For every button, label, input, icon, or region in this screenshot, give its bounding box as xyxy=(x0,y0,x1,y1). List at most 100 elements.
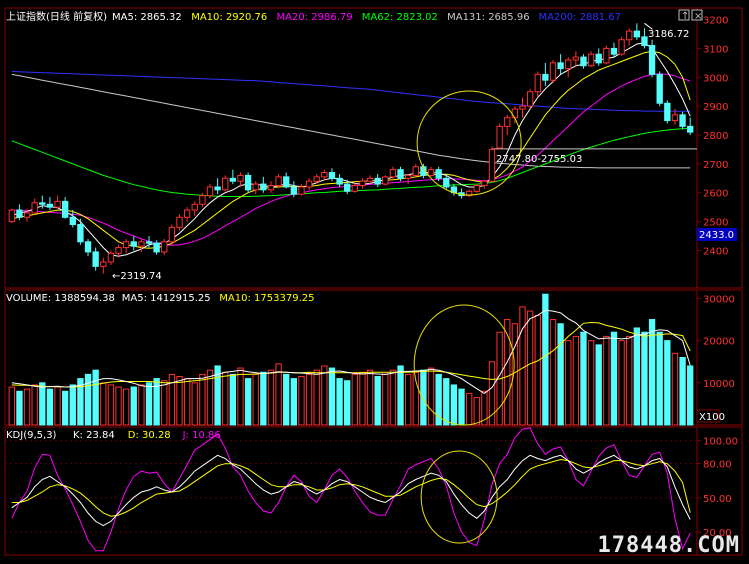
volume-bar xyxy=(107,384,115,426)
volume-bar xyxy=(23,388,31,426)
volume-bar xyxy=(603,335,610,426)
y-tick-label: 80.00 xyxy=(703,460,732,471)
volume-legend: VOLUME: 1388594.38 MA5: 1412915.25 MA10: 1… xyxy=(6,293,314,304)
candle-body xyxy=(229,177,237,182)
volume-bar xyxy=(275,363,282,426)
candle-body xyxy=(641,36,648,47)
candle-body xyxy=(130,241,137,247)
candle-body xyxy=(526,91,534,107)
volume-bar xyxy=(313,369,320,426)
kdj-legend: KDJ(9,5,3) K: 23.84 D: 30.28 J: 10.86 xyxy=(6,430,221,441)
candle-body xyxy=(161,241,168,253)
candle-body xyxy=(504,117,511,127)
volume-bar xyxy=(46,388,54,426)
legend-item: MA20: 2986.79 xyxy=(277,12,353,23)
candle-body xyxy=(100,261,107,267)
candle-body xyxy=(389,169,397,178)
candle-body xyxy=(305,180,313,188)
candle-body xyxy=(107,252,115,263)
volume-bar xyxy=(473,397,480,426)
ma200-line xyxy=(11,71,691,112)
ma5-line xyxy=(11,42,691,257)
candle-body xyxy=(656,73,663,104)
candle-body xyxy=(283,176,290,188)
volume-bar xyxy=(519,306,526,426)
candle-body xyxy=(244,174,252,191)
price-legend: MA5: 2865.32 MA10: 2920.76 MA20: 2986.79 MA… xyxy=(112,12,621,23)
volume-bar xyxy=(587,340,595,426)
candle-body xyxy=(610,47,618,55)
candle-body xyxy=(351,185,358,192)
candle-body xyxy=(534,73,541,93)
candle-body xyxy=(366,177,374,182)
y-tick-label: 10000 xyxy=(703,379,735,390)
volume-bar xyxy=(366,369,374,426)
candle-body xyxy=(46,203,54,208)
candle-body xyxy=(115,247,122,254)
candle-body xyxy=(145,241,153,244)
legend-item: MA5: 2865.32 xyxy=(112,12,182,23)
candle-body xyxy=(427,169,435,176)
candle-body xyxy=(443,177,450,188)
gap-annotation: 2747.80-2755.03 xyxy=(496,154,582,165)
volume-bar xyxy=(427,367,435,426)
volume-bar xyxy=(298,375,305,426)
legend-item: MA10: 1753379.25 xyxy=(219,293,314,304)
volume-bar xyxy=(222,371,229,426)
volume-bar xyxy=(122,388,130,426)
legend-item: MA10: 2920.76 xyxy=(191,12,267,23)
candle-body xyxy=(496,125,503,149)
volume-bar xyxy=(404,373,412,426)
volume-bar xyxy=(580,331,587,426)
ma10-line xyxy=(11,50,691,249)
candle-body xyxy=(214,186,221,191)
volume-bar xyxy=(664,340,671,426)
candle-body xyxy=(587,53,595,67)
y-tick-label: 2900 xyxy=(703,102,728,113)
candle-body xyxy=(168,226,176,243)
candle-body xyxy=(122,241,130,249)
volume-bar xyxy=(458,388,465,426)
volume-bar xyxy=(191,382,198,426)
volume-bar xyxy=(534,314,541,426)
candle-body xyxy=(671,114,679,122)
volume-unit-label: X100 xyxy=(699,412,725,423)
candle-body xyxy=(260,183,267,191)
legend-item: VOLUME: 1388594.38 xyxy=(6,293,115,304)
candle-body xyxy=(77,223,84,243)
chart-window: 3200 3100 3000 2900 2800 2700 2600 2500 2400 3000… xyxy=(0,0,749,564)
candle-body xyxy=(511,108,519,119)
volume-bar xyxy=(435,373,442,426)
volume-bar xyxy=(100,382,107,426)
candle-body xyxy=(54,200,61,208)
candle-body xyxy=(176,216,183,228)
candle-body xyxy=(404,174,412,179)
volume-bar xyxy=(16,390,23,426)
candle-body xyxy=(344,183,351,192)
candle-body xyxy=(183,209,191,218)
candle-body xyxy=(580,56,587,67)
candle-body xyxy=(412,166,419,176)
y-tick-label: 3100 xyxy=(703,44,728,55)
chart-canvas: 3200 3100 3000 2900 2800 2700 2600 2500 2400 3000… xyxy=(4,7,743,558)
candle-body xyxy=(481,180,488,187)
ma20-line xyxy=(11,73,691,246)
candle-body xyxy=(664,102,671,122)
candle-body xyxy=(374,177,381,185)
candle-body xyxy=(473,185,480,192)
legend-item: MA200: 2881.67 xyxy=(539,12,621,23)
y-tick-label: 50.00 xyxy=(703,494,732,505)
candle-body xyxy=(435,169,442,179)
candle-body xyxy=(199,195,206,205)
volume-bar xyxy=(229,373,237,426)
candle-body xyxy=(31,202,38,214)
candle-body xyxy=(595,53,602,64)
kdj-highlight-circle xyxy=(420,450,498,544)
volume-bar xyxy=(595,344,602,426)
volume-bar xyxy=(8,386,15,426)
volume-bar xyxy=(199,373,206,426)
candle-body xyxy=(549,62,557,81)
candle-body xyxy=(8,209,15,223)
volume-bar xyxy=(397,365,404,426)
y-tick-label: 20000 xyxy=(703,337,735,348)
